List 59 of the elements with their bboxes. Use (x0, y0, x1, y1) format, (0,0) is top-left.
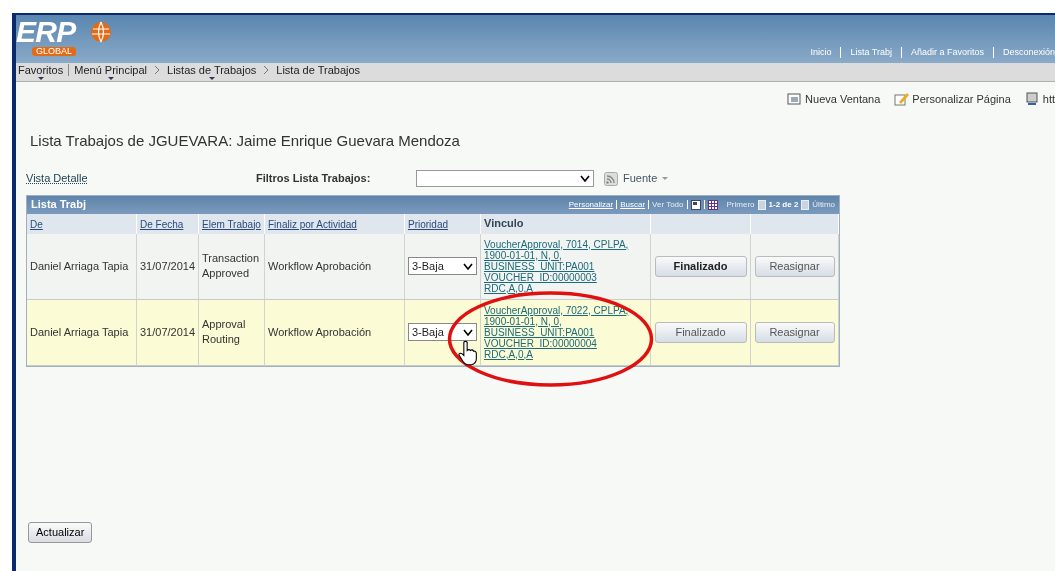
globe-icon (90, 21, 112, 43)
feed-icon (604, 171, 618, 186)
menu-arrow-icon[interactable] (37, 77, 44, 81)
refresh-button[interactable]: Actualizar (28, 521, 93, 543)
breadcrumb-link[interactable]: Listas de Trabajos (167, 64, 257, 76)
table-cell: Workflow Aprobación (265, 299, 405, 366)
dropdown-value: 3-Baja (412, 324, 444, 340)
reassign-button[interactable]: Reasignar (754, 321, 835, 343)
table-cell: Transaction Approved (199, 233, 265, 300)
page-action-link[interactable]: htt (1042, 90, 1055, 108)
finalize-button[interactable]: Finalizado (654, 321, 747, 343)
table-cell: Daniel Arriaga Tapia (27, 299, 137, 366)
column-header-link[interactable]: De (30, 216, 43, 232)
breadcrumb-link[interactable]: Lista de Trabajos (276, 64, 361, 76)
zoom-grid-icon[interactable] (690, 199, 701, 210)
table-cell: Approval Routing (199, 299, 265, 366)
page-icon (1024, 92, 1040, 106)
breadcrumb-link[interactable]: Menú Principal (74, 64, 147, 76)
reassign-button[interactable]: Reasignar (754, 255, 835, 277)
column-header-link[interactable]: Prioridad (408, 216, 449, 232)
previous-icon (757, 199, 766, 210)
hand-cursor-icon (458, 340, 478, 366)
next-icon (801, 199, 810, 210)
detail-view-link[interactable]: Vista Detalle (26, 170, 256, 187)
page-range: 1-2 de 2 (768, 198, 799, 211)
menu-arrow-icon[interactable] (208, 77, 215, 81)
logo-subtext: GLOBAL (32, 47, 77, 56)
chevron-icon (263, 65, 270, 75)
pencil-icon (894, 92, 910, 106)
breadcrumb-link[interactable]: Favoritos (18, 64, 64, 76)
finalize-button[interactable]: Finalizado (654, 255, 747, 277)
window-icon (787, 92, 803, 106)
source-menu[interactable]: Fuente (623, 170, 658, 187)
dropdown-caret-icon (463, 328, 473, 336)
table-cell: 31/07/2014 (137, 299, 199, 366)
dropdown-caret-icon (580, 175, 590, 182)
priority-dropdown[interactable]: 3-Baja (408, 257, 477, 275)
filter-dropdown[interactable] (416, 170, 594, 187)
grid-title: Lista Trabj (31, 197, 87, 213)
page-action-link[interactable]: Personalizar Página (912, 90, 1011, 108)
chevron-icon (154, 65, 160, 75)
column-header-link[interactable]: Elem Trabajo (202, 216, 261, 232)
table-cell: 31/07/2014 (137, 233, 199, 300)
dropdown-value: 3-Baja (412, 258, 444, 274)
table-cell: Daniel Arriaga Tapia (27, 233, 137, 300)
table-cell: Workflow Aprobación (265, 233, 405, 300)
page-action-link[interactable]: Nueva Ventana (805, 90, 881, 108)
page-title: Lista Trabajos de JGUEVARA: Jaime Enrique Guevara Mendoza (30, 131, 461, 151)
column-header: Vinculo (481, 213, 651, 234)
spreadsheet-icon[interactable] (707, 199, 718, 210)
priority-dropdown[interactable]: 3-Baja (408, 323, 477, 341)
logo-text: ERP (16, 17, 77, 47)
filter-label: Filtros Lista Trabajos: (256, 171, 372, 187)
column-header-link[interactable]: Finaliz por Actividad (268, 216, 357, 232)
dropdown-caret-icon (463, 262, 473, 270)
dropdown-arrow-icon (662, 176, 669, 181)
menu-arrow-icon[interactable] (107, 77, 114, 81)
column-header-link[interactable]: De Fecha (140, 216, 184, 232)
voucher-link[interactable]: VoucherApproval, 7014, CPLPA, 1900-01-01, N, 0, BUSINESS_UNIT:PA001 VOUCHER_ID:00000003 RDC,A,0,A (484, 238, 647, 294)
